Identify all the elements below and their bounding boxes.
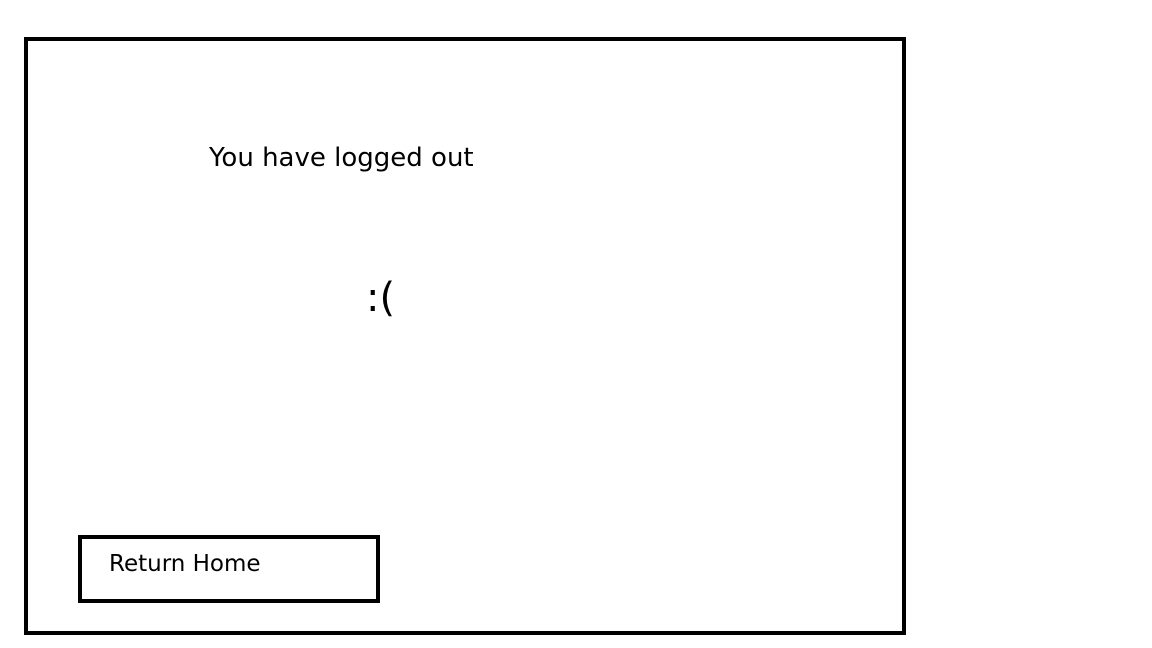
- logout-panel: You have logged out :( Return Home: [24, 37, 906, 635]
- return-home-button[interactable]: Return Home: [78, 535, 380, 603]
- sad-face-emoticon: :(: [366, 275, 396, 321]
- logout-message: You have logged out: [209, 143, 474, 173]
- return-home-label: Return Home: [109, 551, 261, 577]
